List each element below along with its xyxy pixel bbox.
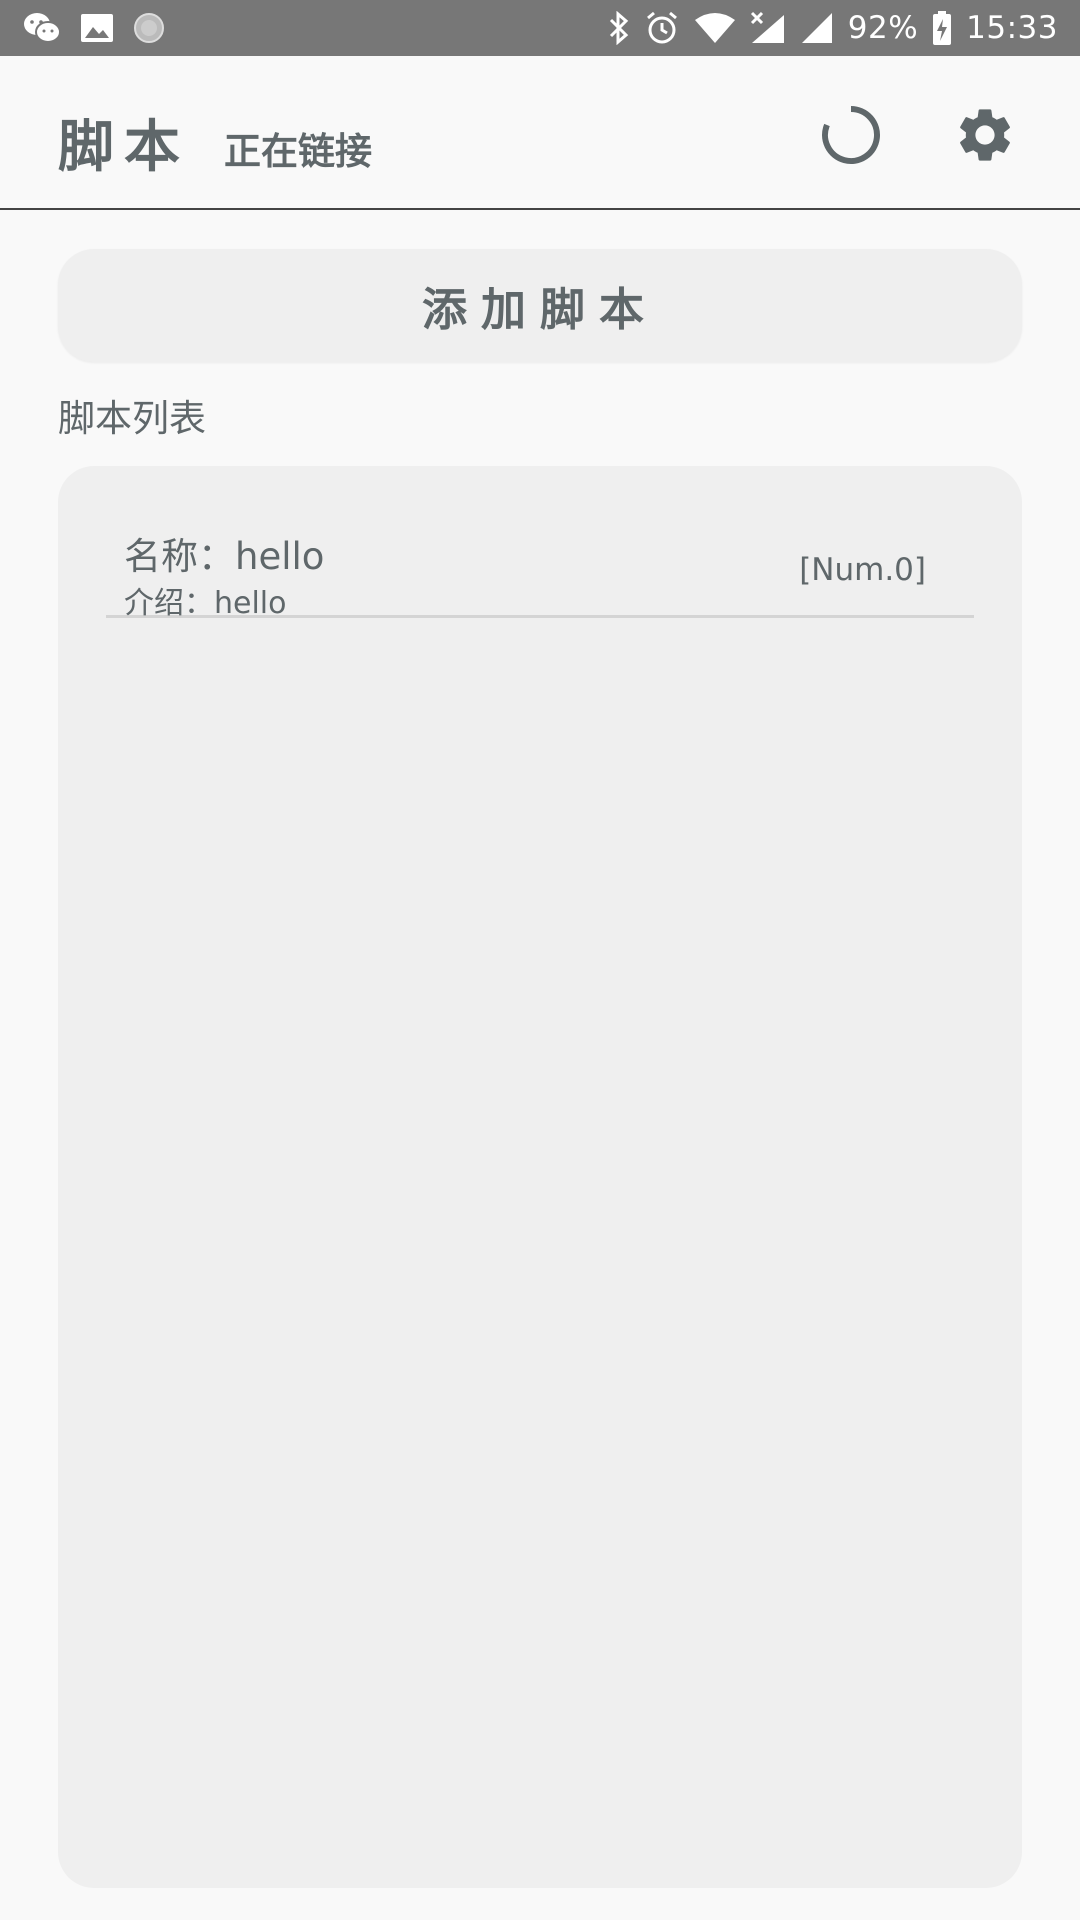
image-icon (80, 13, 114, 43)
script-list: 名称：hello 介绍：hello [Num.0] (58, 466, 1022, 1888)
script-name: 名称：hello (124, 535, 325, 578)
wechat-icon (22, 11, 62, 45)
page-title: 脚本 (58, 115, 190, 180)
cell-signal-icon (800, 11, 834, 45)
record-icon (132, 11, 166, 45)
clock: 15:33 (966, 10, 1058, 46)
status-right: 92% 15:33 (608, 10, 1058, 46)
script-number: [Num.0] (799, 552, 926, 588)
script-list-heading: 脚本列表 (58, 397, 206, 440)
alarm-icon (644, 10, 680, 46)
script-description: 介绍：hello (124, 586, 287, 621)
status-left (22, 11, 166, 45)
loading-spinner-icon (819, 103, 883, 167)
app-header: 脚本 正在链接 (0, 56, 1080, 210)
script-list-item[interactable]: 名称：hello 介绍：hello [Num.0] (106, 526, 974, 621)
add-script-button[interactable]: 添加脚本 (58, 249, 1022, 362)
cell-signal-off-icon (750, 11, 786, 45)
gear-icon[interactable] (953, 103, 1017, 167)
wifi-icon (694, 12, 736, 44)
battery-percent: 92% (847, 10, 919, 46)
battery-charging-icon (932, 10, 952, 46)
status-bar: 92% 15:33 (0, 0, 1080, 56)
bluetooth-icon (608, 11, 630, 45)
connection-status: 正在链接 (224, 130, 372, 173)
